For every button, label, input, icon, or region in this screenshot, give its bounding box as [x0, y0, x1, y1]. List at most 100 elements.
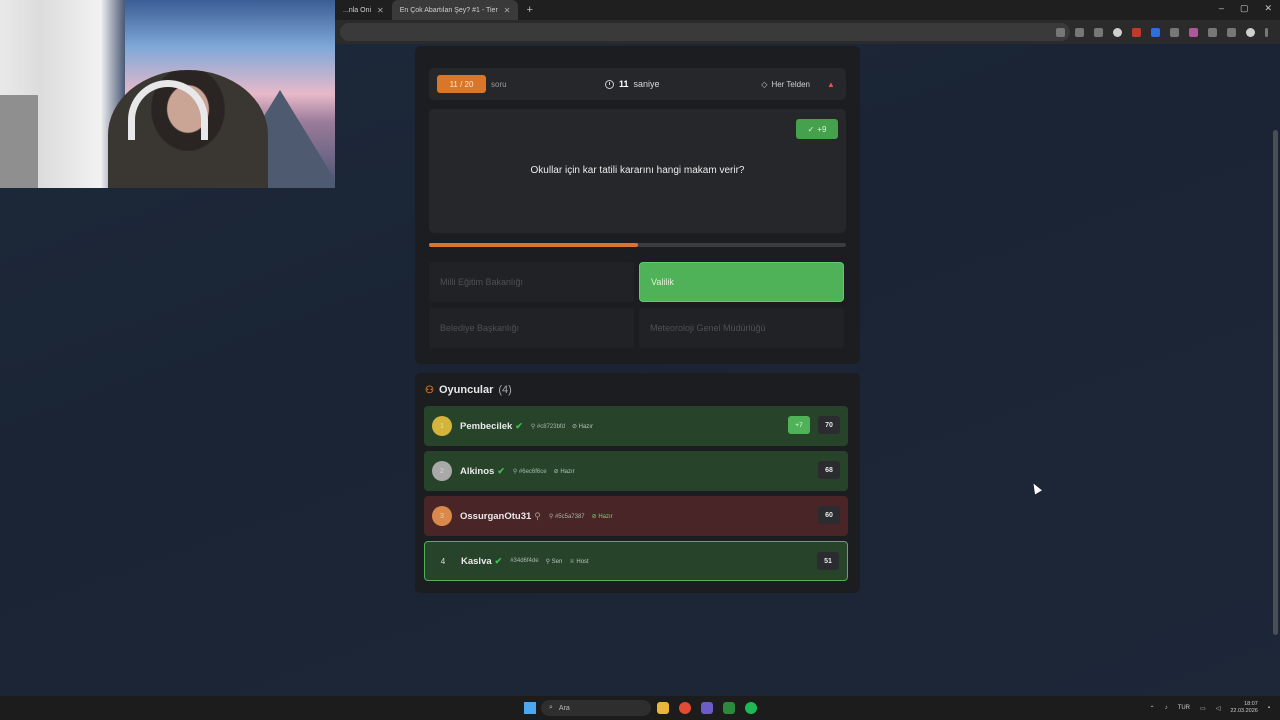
player-id: ⚲ #5c5a7387: [548, 513, 585, 520]
tag-icon: ◇: [761, 79, 768, 89]
rank-badge: 1: [432, 416, 452, 436]
category-label: ◇ Her Telden: [761, 68, 810, 100]
player-row-self: 4 Kaslva ✔ #34d6f4de ⚲ Sen ♕ Host 51: [424, 541, 848, 581]
page-scrollbar[interactable]: [1273, 130, 1278, 635]
player-id: ⚲ #c8723bfd: [530, 423, 565, 430]
menu-kebab-icon[interactable]: [1265, 27, 1268, 37]
search-placeholder: Ara: [558, 704, 570, 712]
player-score: 70: [818, 416, 840, 434]
webcam-overlay: [0, 0, 335, 188]
player-name: Pembecilek: [460, 420, 513, 432]
answered-check-icon: ✔: [497, 465, 505, 476]
volume-icon[interactable]: ◁: [1216, 705, 1221, 712]
answer-option-3[interactable]: Belediye Başkanlığı: [429, 308, 634, 348]
browser-tab-1[interactable]: ...nla Oni ✕: [335, 0, 392, 20]
new-tab-button[interactable]: +: [518, 4, 540, 16]
spotify-icon[interactable]: [745, 702, 757, 714]
taskbar-clock[interactable]: 18:07 22.03.2026: [1230, 701, 1258, 715]
bookmark-star-icon[interactable]: [1075, 27, 1084, 37]
player-name: Alkinos: [460, 465, 495, 477]
warning-icon: ▲: [827, 79, 835, 89]
network-icon[interactable]: ▭: [1200, 705, 1206, 712]
check-icon: ✓: [807, 124, 815, 134]
search-icon: ⌕: [549, 704, 553, 711]
time-progress-fill: [429, 243, 638, 247]
game-header: 11 / 20 soru 11 saniye ◇ Her Telden ▲: [429, 68, 846, 100]
answer-option-2[interactable]: Valilik: [639, 262, 844, 302]
player-row: 1 Pembecilek ✔ ⚲ #c8723bfd ⊘ Hazır +7 70: [424, 406, 848, 446]
question-box: ✓ +9 Okullar için kar tatili kararını ha…: [429, 109, 846, 233]
microphone-icon[interactable]: ♪: [1165, 705, 1168, 711]
player-status: ⊘ Hazır: [553, 468, 575, 475]
profile-avatar-icon[interactable]: [1246, 27, 1255, 37]
score-gain-badge: ✓ +9: [796, 119, 838, 139]
self-label: ⚲ Sen: [545, 558, 563, 565]
question-counter: 11 / 20: [437, 75, 486, 93]
maximize-button[interactable]: ▢: [1240, 3, 1249, 14]
discord-icon[interactable]: [701, 702, 713, 714]
rank-badge: 4: [440, 556, 446, 566]
player-gain: +7: [788, 416, 810, 434]
browser-tab-2[interactable]: En Çok Abartılan Şey? #1 - Tier ✕: [391, 0, 519, 20]
timer: 11 saniye: [605, 68, 660, 100]
mouse-cursor: [1030, 481, 1042, 495]
extension-icon[interactable]: [1094, 27, 1103, 37]
player-score: 51: [817, 552, 839, 570]
answered-check-icon: ✔: [515, 420, 523, 431]
extension-icon[interactable]: [1189, 27, 1198, 37]
clock-time: 18:07: [1244, 701, 1258, 707]
players-count: (4): [498, 384, 512, 396]
notification-icon[interactable]: ▪: [1268, 705, 1270, 711]
answer-label: Belediye Başkanlığı: [440, 323, 520, 333]
extension-icon[interactable]: [1151, 27, 1160, 37]
player-name: OssurganOtu31: [460, 510, 532, 522]
time-progress-bar: [429, 243, 846, 247]
system-tray: ⌃ ♪ TUR ▭ ◁ 18:07 22.03.2026 ▪: [1150, 696, 1270, 720]
extension-icon[interactable]: [1113, 27, 1122, 37]
file-explorer-icon[interactable]: [657, 702, 669, 714]
extensions-puzzle-icon[interactable]: [1208, 27, 1217, 37]
address-bar[interactable]: [340, 23, 1070, 41]
extension-icon[interactable]: [1170, 27, 1179, 37]
answered-check-icon: ✔: [494, 555, 503, 566]
answer-label: Meteoroloji Genel Müdürlüğü: [650, 323, 766, 333]
report-button[interactable]: ▲: [823, 76, 839, 92]
windows-start-button[interactable]: [524, 702, 536, 714]
windows-taskbar: ⌕ Ara ⌃ ♪ TUR ▭ ◁ 18:07 22.03.2026 ▪: [0, 696, 1280, 720]
player-score: 68: [818, 461, 840, 479]
rank-badge: 2: [432, 461, 452, 481]
player-id: ⚲ #6ec6f6ce: [512, 468, 547, 475]
player-row: 3 OssurganOtu31 ⚲ ⚲ #5c5a7387 ⊘ Hazır 60: [424, 496, 848, 536]
reading-list-icon[interactable]: [1227, 27, 1236, 37]
taskbar-search[interactable]: ⌕ Ara: [541, 700, 651, 716]
close-window-button[interactable]: ✕: [1264, 3, 1272, 14]
clock-icon: [605, 79, 614, 89]
question-word: soru: [491, 79, 507, 89]
minimize-button[interactable]: –: [1219, 3, 1224, 14]
players-header: ⚇ Oyuncular (4): [425, 384, 512, 396]
player-id: #34d6f4de: [510, 558, 539, 564]
extension-icon[interactable]: [1132, 27, 1141, 37]
player-row: 2 Alkinos ✔ ⚲ #6ec6f6ce ⊘ Hazır 68: [424, 451, 848, 491]
language-indicator[interactable]: TUR: [1178, 705, 1190, 711]
answer-label: Valilik: [651, 277, 674, 287]
question-text: Okullar için kar tatili kararını hangi m…: [530, 165, 745, 176]
player-name: Kaslva: [461, 555, 492, 567]
obs-icon[interactable]: [723, 702, 735, 714]
install-icon[interactable]: [1056, 27, 1065, 37]
users-icon: ⚇: [425, 384, 434, 396]
player-status: ⊘ Hazır: [571, 423, 593, 430]
game-panel: 11 / 20 soru 11 saniye ◇ Her Telden ▲ ✓ …: [415, 46, 860, 364]
timer-value: 11: [619, 79, 629, 89]
players-title: Oyuncular: [438, 384, 494, 396]
player-score: 60: [818, 506, 840, 524]
chrome-icon[interactable]: [679, 702, 691, 714]
close-tab-icon[interactable]: ✕: [504, 6, 511, 15]
player-status: ⊘ Hazır: [591, 513, 613, 520]
tray-chevron-icon[interactable]: ⌃: [1150, 705, 1155, 712]
answer-option-4[interactable]: Meteoroloji Genel Müdürlüğü: [639, 308, 844, 348]
window-controls: – ▢ ✕: [1219, 3, 1272, 14]
close-tab-icon[interactable]: ✕: [377, 6, 384, 15]
answer-option-1[interactable]: Milli Eğitim Bakanlığı: [429, 262, 634, 302]
answer-label: Milli Eğitim Bakanlığı: [440, 277, 524, 287]
